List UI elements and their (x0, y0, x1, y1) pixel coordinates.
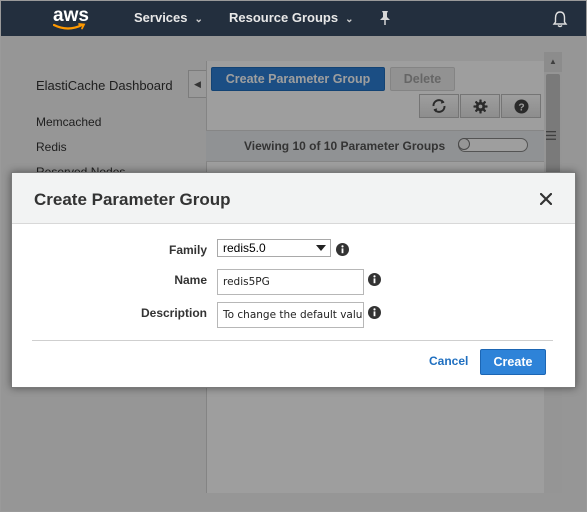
description-label: Description (140, 306, 207, 320)
name-input[interactable]: redis5PG (217, 269, 364, 295)
pin-icon[interactable] (378, 10, 392, 26)
aws-smile-icon (53, 23, 86, 30)
info-icon[interactable] (336, 243, 349, 256)
info-icon[interactable] (368, 306, 381, 319)
resource-groups-menu[interactable]: Resource Groups ⌄ (229, 10, 353, 25)
family-label: Family (168, 243, 207, 257)
family-select[interactable]: redis5.0 (217, 239, 331, 257)
services-menu[interactable]: Services ⌄ (134, 10, 203, 25)
create-parameter-group-dialog: Create Parameter Group Family redis5.0 N… (11, 172, 576, 388)
cancel-button[interactable]: Cancel (429, 354, 468, 368)
dialog-divider (32, 340, 553, 341)
close-icon[interactable] (540, 193, 552, 205)
browser-viewport: aws Services ⌄ Resource Groups ⌄ ElastiCac… (0, 0, 587, 512)
dropdown-arrow-icon (316, 245, 326, 251)
name-label: Name (174, 273, 207, 287)
chevron-down-icon: ⌄ (345, 14, 354, 25)
family-select-value: redis5.0 (223, 241, 266, 255)
top-navigation-bar: aws Services ⌄ Resource Groups ⌄ (1, 1, 586, 36)
info-icon[interactable] (368, 273, 381, 286)
chevron-down-icon: ⌄ (194, 14, 203, 25)
resource-groups-menu-label: Resource Groups (229, 10, 339, 25)
dialog-title: Create Parameter Group (34, 190, 231, 209)
services-menu-label: Services (134, 10, 188, 25)
aws-logo[interactable]: aws (51, 5, 91, 31)
dialog-header: Create Parameter Group (12, 173, 575, 224)
bell-icon[interactable] (552, 10, 568, 28)
description-input[interactable]: To change the default value (217, 302, 364, 328)
create-button[interactable]: Create (480, 349, 546, 375)
